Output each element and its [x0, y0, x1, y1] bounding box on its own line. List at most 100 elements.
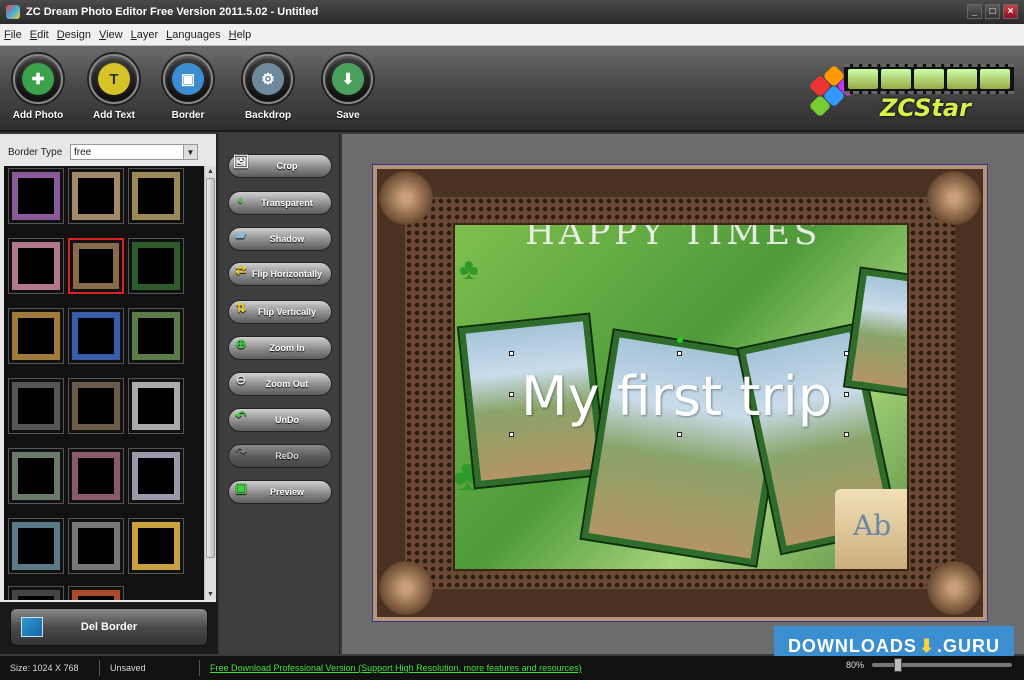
del-border-bar: Del Border — [0, 602, 218, 654]
border-icon: ▣ — [172, 63, 204, 95]
border-thumb[interactable] — [128, 308, 184, 364]
add-photo-button[interactable]: ✚ Add Photo — [2, 54, 74, 121]
close-button[interactable]: × — [1003, 4, 1018, 19]
resize-handle[interactable] — [509, 351, 514, 356]
backdrop-header-text: HAPPY TIMES — [525, 223, 822, 253]
add-text-icon: T — [98, 63, 130, 95]
border-thumb[interactable] — [8, 238, 64, 294]
zcstar-logo: ZCStar — [804, 56, 1016, 122]
brand-name: ZCStar — [880, 94, 971, 122]
minimize-button[interactable]: _ — [967, 4, 982, 19]
resize-handle[interactable] — [677, 432, 682, 437]
backdrop-icon: ⚙ — [252, 63, 284, 95]
zoom-control: 80% — [845, 658, 1012, 672]
photo-canvas[interactable]: HAPPY TIMES ♣ ♣ Ab My first trip — [372, 164, 988, 622]
border-type-select[interactable]: free ▼ — [70, 144, 198, 160]
shadow-button[interactable]: ▰ Shadow — [228, 227, 332, 251]
undo-icon: ↶ — [235, 408, 247, 423]
zoom-slider-knob[interactable] — [894, 658, 902, 672]
flip-vertically-button[interactable]: ⇅ Flip Vertically — [228, 300, 332, 324]
maximize-button[interactable]: □ — [985, 4, 1000, 19]
zoom-out-icon: ⊖ — [235, 372, 247, 387]
add-photo-label: Add Photo — [12, 110, 64, 121]
border-thumb[interactable] — [128, 168, 184, 224]
gallery-scrollbar[interactable]: ▲ ▼ — [204, 166, 216, 600]
border-thumb[interactable] — [68, 378, 124, 434]
chevron-down-icon[interactable]: ▼ — [183, 145, 197, 159]
menu-help[interactable]: Help — [229, 29, 252, 41]
border-thumb[interactable] — [128, 238, 184, 294]
image-size: Size: 1024 X 768 — [0, 660, 100, 676]
border-thumb[interactable] — [128, 378, 184, 434]
border-gallery — [4, 166, 204, 600]
flip-vertical-icon: ⇅ — [235, 300, 247, 315]
scroll-up-icon[interactable]: ▲ — [205, 166, 216, 177]
border-thumb[interactable] — [68, 168, 124, 224]
zoom-slider[interactable] — [872, 658, 1012, 672]
frame-corner — [375, 167, 437, 229]
app-icon — [6, 5, 20, 19]
border-thumb-selected[interactable] — [68, 238, 124, 294]
menu-edit[interactable]: Edit — [30, 29, 49, 41]
crop-button[interactable]: 🖼 Crop — [228, 154, 332, 178]
menu-languages[interactable]: Languages — [166, 29, 220, 41]
border-thumb[interactable] — [128, 448, 184, 504]
menu-design[interactable]: Design — [57, 29, 91, 41]
scroll-down-icon[interactable]: ▼ — [205, 589, 216, 600]
border-thumb[interactable] — [8, 518, 64, 574]
edit-panel: 🖼 Crop ◐ Transparent ▰ Shadow ⇄ Flip Horizon… — [220, 134, 340, 654]
clover-icon: ♣ — [459, 253, 479, 286]
promo-link[interactable]: Free Download Professional Version (Supp… — [200, 663, 582, 673]
frame-corner — [923, 557, 985, 619]
border-thumb[interactable] — [128, 518, 184, 574]
caption-text[interactable]: My first trip — [521, 365, 832, 428]
border-thumb[interactable] — [68, 448, 124, 504]
border-button[interactable]: ▣ Border — [152, 54, 224, 121]
del-border-button[interactable]: Del Border — [10, 608, 208, 646]
resize-handle[interactable] — [844, 351, 849, 356]
border-thumb[interactable] — [8, 448, 64, 504]
border-thumb[interactable] — [68, 586, 124, 600]
border-thumb[interactable] — [8, 308, 64, 364]
border-type-row: Border Type free ▼ — [0, 142, 218, 162]
border-thumb[interactable] — [8, 586, 64, 600]
status-bar: Size: 1024 X 768 Unsaved Free Download P… — [0, 656, 1024, 680]
resize-handle[interactable] — [509, 392, 514, 397]
add-text-button[interactable]: T Add Text — [78, 54, 150, 121]
save-button[interactable]: ⬇ Save — [312, 54, 384, 121]
zoom-in-button[interactable]: ⊕ Zoom In — [228, 336, 332, 360]
menu-file[interactable]: File — [4, 29, 22, 41]
app-window: ZC Dream Photo Editor Free Version 2011.… — [0, 0, 1024, 680]
frame-corner — [375, 557, 437, 619]
flip-horizontally-button[interactable]: ⇄ Flip Horizontally — [228, 262, 332, 286]
resize-handle[interactable] — [509, 432, 514, 437]
border-type-value: free — [74, 146, 92, 158]
delete-image-icon — [21, 617, 43, 637]
menu-view[interactable]: View — [99, 29, 123, 41]
photo-layer[interactable] — [845, 268, 907, 396]
window-controls: _ □ × — [967, 4, 1018, 19]
border-thumb[interactable] — [8, 378, 64, 434]
backdrop-label: Backdrop — [244, 110, 292, 121]
transparent-button[interactable]: ◐ Transparent — [228, 191, 332, 215]
preview-button[interactable]: ▣ Preview — [228, 480, 332, 504]
resize-handle[interactable] — [677, 351, 682, 356]
menu-layer[interactable]: Layer — [131, 29, 159, 41]
add-photo-icon: ✚ — [22, 63, 54, 95]
undo-button[interactable]: ↶ UnDo — [228, 408, 332, 432]
border-thumb[interactable] — [8, 168, 64, 224]
scrollbar-thumb[interactable] — [206, 178, 215, 558]
book-decoration: Ab — [835, 489, 907, 569]
transparent-icon: ◐ — [237, 191, 245, 207]
resize-handle[interactable] — [844, 392, 849, 397]
resize-handle[interactable] — [844, 432, 849, 437]
backdrop-button[interactable]: ⚙ Backdrop — [232, 54, 304, 121]
border-type-label: Border Type — [8, 146, 63, 158]
zoom-out-button[interactable]: ⊖ Zoom Out — [228, 372, 332, 396]
redo-button[interactable]: ↷ ReDo — [228, 444, 332, 468]
border-thumb[interactable] — [68, 518, 124, 574]
border-thumb[interactable] — [68, 308, 124, 364]
zoom-value: 80% — [845, 660, 864, 670]
rotate-handle[interactable] — [677, 337, 683, 343]
main-toolbar: ✚ Add Photo T Add Text ▣ Border ⚙ Backdr… — [0, 46, 1024, 132]
